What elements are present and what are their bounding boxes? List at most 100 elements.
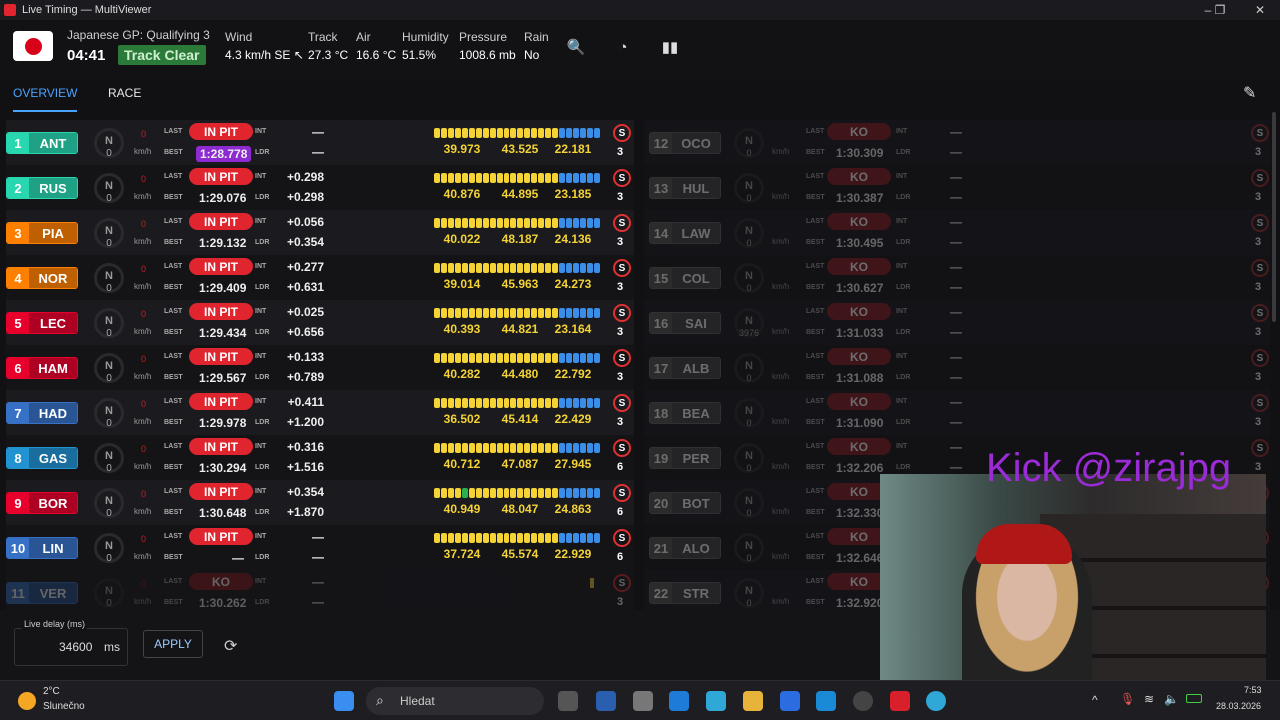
best-lap-time: 1:28.778	[196, 146, 252, 162]
interval-gap: +0.133	[286, 350, 324, 364]
table-row[interactable]: 13 HUL N 0 km/h LAST BEST KO 1:30.387 INT LDR — — S 3	[644, 165, 1270, 210]
best-lap-time: 1:31.088	[836, 371, 884, 385]
soft-tyre-icon: S	[1251, 439, 1269, 457]
table-row[interactable]: 15 COL N 0 km/h LAST BEST KO 1:30.627 INT LDR — — S 3	[644, 255, 1270, 300]
table-row[interactable]: 6 HAM N 0 0 km/h LAST BEST IN PIT 1:29.567 INT LDR +…	[6, 345, 634, 390]
tyre-laps: 3	[1255, 146, 1262, 158]
last-lap-status: KO	[827, 123, 891, 140]
int-label: INT	[896, 218, 908, 225]
tray-chevron-icon[interactable]: ^	[1092, 693, 1098, 707]
soft-tyre-icon: S	[613, 169, 631, 187]
table-row[interactable]: 4 NOR N 0 0 km/h LAST BEST IN PIT 1:29.409 INT LDR +…	[6, 255, 634, 300]
edge-icon[interactable]	[706, 691, 726, 711]
microphone-icon[interactable]: 🎙	[1120, 692, 1135, 706]
volume-icon[interactable]: 🔈	[1164, 692, 1179, 706]
sector-1-time: 39.014	[443, 277, 481, 291]
live-delay-value[interactable]: 34600	[59, 640, 92, 654]
soft-tyre-icon: S	[613, 574, 631, 592]
table-row[interactable]: 5 LEC N 0 0 km/h LAST BEST IN PIT 1:29.434 INT LDR +…	[6, 300, 634, 345]
taskbar-search[interactable]: ⌕ Hledat	[366, 687, 544, 715]
interval-gap: +0.354	[286, 485, 324, 499]
last-lap-status: IN PIT	[189, 258, 253, 275]
best-lap-time: 1:30.648	[199, 506, 247, 520]
speed-unit: km/h	[134, 327, 152, 336]
task-view-icon[interactable]	[558, 691, 578, 711]
position-badge: 15 COL	[649, 267, 721, 289]
leader-gap: —	[950, 325, 962, 339]
table-row[interactable]: 9 BOR N 0 0 km/h LAST BEST IN PIT 1:30.648 INT LDR +…	[6, 480, 634, 525]
table-row[interactable]: 8 GAS N 0 0 km/h LAST BEST IN PIT 1:30.294 INT LDR +…	[6, 435, 634, 480]
defender-icon[interactable]	[780, 691, 800, 711]
webcam-overlay	[880, 474, 1266, 692]
position-number: 12	[650, 133, 672, 153]
table-row[interactable]: 17 ALB N 0 km/h LAST BEST KO 1:31.088 INT LDR — — S 3	[644, 345, 1270, 390]
battery-icon[interactable]	[1186, 694, 1202, 703]
tab-overview[interactable]: OVERVIEW	[13, 86, 78, 112]
int-label: INT	[896, 398, 908, 405]
gear-label: N	[105, 225, 113, 237]
tab-race[interactable]: RACE	[108, 86, 141, 100]
sector-2-time: 44.895	[501, 187, 539, 201]
settings-icon[interactable]	[633, 691, 653, 711]
track-status-badge: Track Clear	[118, 45, 206, 65]
table-row[interactable]: 7 HAD N 0 0 km/h LAST BEST IN PIT 1:29.978 INT LDR +…	[6, 390, 634, 435]
bar-chart-icon[interactable]: ▮▮	[661, 38, 679, 56]
table-row[interactable]: 16 SAI N 3976 km/h LAST BEST KO 1:31.033 INT LDR — —…	[644, 300, 1270, 345]
file-explorer-icon[interactable]	[743, 691, 763, 711]
wifi-icon[interactable]: ≋	[1144, 692, 1154, 706]
speed-unit: km/h	[134, 147, 152, 156]
position-badge: 17 ALB	[649, 357, 721, 379]
speed-unit: km/h	[772, 147, 790, 156]
table-row[interactable]: 3 PIA N 0 0 km/h LAST BEST IN PIT 1:29.132 INT LDR +…	[6, 210, 634, 255]
best-label: BEST	[164, 329, 183, 336]
table-row[interactable]: 2 RUS N 0 0 km/h LAST BEST IN PIT 1:29.076 INT LDR +…	[6, 165, 634, 210]
scrollbar[interactable]	[1272, 112, 1276, 322]
table-row[interactable]: 14 LAW N 0 km/h LAST BEST KO 1:30.495 INT LDR — — S 3	[644, 210, 1270, 255]
taskbar-time[interactable]: 7:53	[1244, 685, 1262, 695]
tyre-laps: 6	[617, 461, 624, 473]
soft-tyre-icon: S	[1251, 214, 1269, 232]
sector-3-time: 22.929	[554, 547, 592, 561]
speed-unit: km/h	[772, 462, 790, 471]
maximize-button[interactable]: ❐	[1200, 0, 1240, 20]
leader-gap: +0.298	[286, 190, 324, 204]
multiviewer-icon[interactable]	[890, 691, 910, 711]
tyre-laps: 3	[1255, 461, 1262, 473]
sector-3-time: 24.136	[554, 232, 592, 246]
outlook-icon[interactable]	[669, 691, 689, 711]
browser-icon[interactable]	[926, 691, 946, 711]
last-label: LAST	[164, 128, 183, 135]
position-badge: 3 PIA	[6, 222, 78, 244]
last-lap-status: IN PIT	[189, 168, 253, 185]
weather-text: Slunečno	[43, 701, 85, 712]
tyre-laps: 3	[617, 281, 624, 293]
app-icon[interactable]	[853, 691, 873, 711]
ldr-label: LDR	[896, 329, 911, 336]
best-lap-time: 1:32.330	[836, 506, 884, 520]
windows-start-icon[interactable]	[334, 691, 354, 711]
last-label: LAST	[164, 488, 183, 495]
gear-indicator: N0	[734, 263, 764, 293]
speedometer-icon[interactable]: ◔	[614, 38, 632, 56]
close-button[interactable]: ✕	[1240, 0, 1280, 20]
sector-2-time: 44.480	[501, 367, 539, 381]
driver-code: RUS	[29, 178, 77, 198]
table-row[interactable]: 1 ANT N 0 0 km/h LAST BEST IN PIT 1:28.778 INT LDR —…	[6, 120, 634, 165]
taskbar-date[interactable]: 28.03.2026	[1216, 701, 1261, 711]
table-row[interactable]: 18 BEA N 0 km/h LAST BEST KO 1:31.090 INT LDR — — S 3	[644, 390, 1270, 435]
table-row[interactable]: 12 OCO N 0 km/h LAST BEST KO 1:30.309 INT LDR — — S 3	[644, 120, 1270, 165]
apply-button[interactable]: APPLY	[143, 630, 203, 658]
document-search-icon[interactable]: 🔍	[567, 38, 586, 56]
edit-pencil-icon[interactable]: ✎	[1243, 83, 1263, 103]
last-label: LAST	[164, 578, 183, 585]
leader-gap: +1.516	[286, 460, 324, 474]
chat-icon[interactable]	[816, 691, 836, 711]
table-row[interactable]: 11 VER N 0 0 km/h LAST BEST KO 1:30.262 INT LDR — — S 3	[6, 570, 634, 615]
weather-temp: 2°C	[43, 686, 60, 697]
last-lap-status: KO	[827, 393, 891, 410]
best-lap-time: 1:30.294	[199, 461, 247, 475]
store-icon[interactable]	[596, 691, 616, 711]
best-lap-time: 1:29.567	[199, 371, 247, 385]
refresh-icon[interactable]: ⟳	[224, 636, 237, 656]
table-row[interactable]: 10 LIN N 0 0 km/h LAST BEST IN PIT — INT LDR — —37.72…	[6, 525, 634, 570]
